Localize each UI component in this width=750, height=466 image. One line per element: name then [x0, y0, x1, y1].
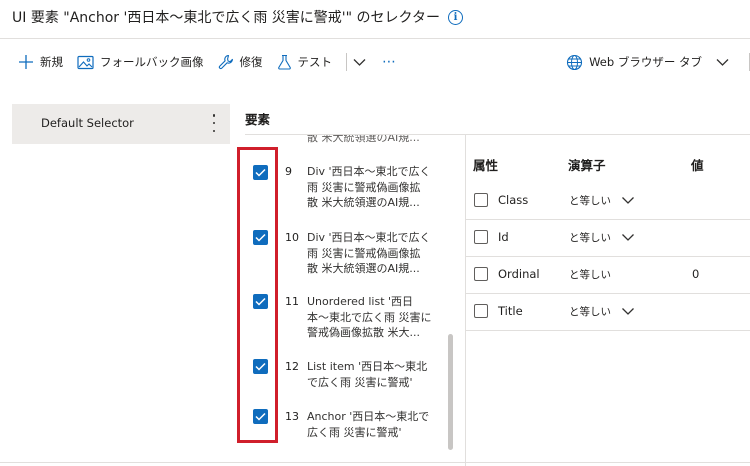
operator-select[interactable]: と等しい — [569, 230, 611, 245]
attribute-checkbox[interactable] — [474, 193, 488, 207]
new-button-label: 新規 — [40, 55, 63, 69]
new-button[interactable]: 新規 — [18, 54, 63, 70]
browser-tab-label: Web ブラウザー タブ — [589, 55, 702, 69]
element-number: 10 — [285, 231, 299, 244]
wrench-icon — [218, 54, 233, 70]
test-dropdown[interactable] — [353, 58, 366, 67]
chevron-down-icon[interactable] — [621, 305, 635, 317]
attribute-row-id: Id と等しい — [466, 219, 750, 257]
fallback-image-label: フォールバック画像 — [100, 55, 204, 69]
element-label[interactable]: Div '西日本～東北で広く 雨 災害に警戒偽画像拡 散 米大統領選のAI規..… — [307, 164, 439, 211]
test-label: テスト — [297, 55, 333, 69]
divider — [0, 38, 750, 39]
divider — [0, 462, 750, 463]
chevron-down-icon[interactable] — [621, 231, 635, 243]
toolbar-separator — [346, 53, 347, 71]
toolbar: 新規 フォールバック画像 修復 テスト ⋯ Web ブラウザー タブ — [0, 44, 750, 80]
repair-label: 修復 — [239, 55, 263, 69]
browser-selector: Web ブラウザー タブ — [566, 44, 750, 80]
attribute-name: Ordinal — [498, 267, 540, 281]
repair-button[interactable]: 修復 — [218, 54, 263, 70]
page-title-bar: UI 要素 "Anchor '西日本～東北で広く雨 災害に警戒'" のセレクター… — [12, 6, 463, 28]
operator-select[interactable]: と等しい — [569, 193, 611, 208]
attribute-checkbox[interactable] — [474, 304, 488, 318]
attribute-name: Id — [498, 230, 509, 244]
attribute-row-class: Class と等しい — [466, 182, 750, 220]
operator-label: と等しい — [569, 269, 611, 281]
attribute-value[interactable]: 0 — [692, 267, 699, 281]
attribute-row-ordinal: Ordinal と等しい 0 — [466, 256, 750, 294]
page-title: UI 要素 "Anchor '西日本～東北で広く雨 災害に警戒'" のセレクター — [12, 10, 440, 26]
attribute-row-title: Title と等しい — [466, 293, 750, 331]
element-label[interactable]: Unordered list '西日 本～東北で広く雨 災害に 警戒偽画像拡散 … — [307, 294, 439, 341]
element-number: 12 — [285, 360, 299, 373]
info-icon[interactable]: i — [447, 9, 463, 25]
attribute-column-header: 属性 — [473, 158, 499, 173]
attribute-checkbox[interactable] — [474, 230, 488, 244]
operator-select[interactable]: と等しい — [569, 304, 611, 319]
list-item-partial: 散 米大統領選のAI規... — [307, 135, 420, 144]
element-number: 11 — [285, 295, 299, 308]
more-button[interactable]: ⋯ — [382, 54, 396, 70]
chevron-down-icon[interactable] — [621, 194, 635, 206]
scrollbar-thumb[interactable] — [448, 334, 453, 450]
element-label[interactable]: Anchor '西日本～東北で 広く雨 災害に警戒' — [307, 409, 439, 440]
fallback-image-button[interactable]: フォールバック画像 — [77, 54, 204, 70]
element-number: 9 — [285, 165, 292, 178]
element-number: 13 — [285, 410, 299, 423]
element-label[interactable]: List item '西日本～東北 で広く雨 災害に警戒' — [307, 359, 439, 390]
elements-list: 散 米大統領選のAI規... 9 Div '西日本～東北で広く 雨 災害に警戒偽… — [245, 135, 465, 451]
selector-label: Default Selector — [41, 116, 134, 130]
checkbox-highlight-box — [237, 147, 278, 443]
value-column-header: 値 — [691, 158, 704, 173]
image-icon — [77, 55, 94, 69]
attribute-name: Title — [498, 304, 523, 318]
flask-icon — [277, 54, 291, 70]
chevron-down-icon — [716, 58, 729, 66]
attribute-checkbox[interactable] — [474, 267, 488, 281]
operator-column-header: 演算子 — [568, 158, 606, 173]
more-options-icon[interactable] — [208, 114, 220, 132]
plus-icon — [19, 55, 33, 69]
selector-item-default[interactable]: Default Selector — [12, 104, 230, 144]
chevron-down-icon — [353, 58, 366, 66]
elements-header: 要素 — [245, 112, 271, 127]
more-icon: ⋯ — [382, 54, 396, 70]
attribute-name: Class — [498, 193, 529, 207]
test-button[interactable]: テスト — [277, 54, 333, 70]
browser-tab-dropdown[interactable]: Web ブラウザー タブ — [566, 54, 729, 71]
element-label[interactable]: Div '西日本～東北で広く 雨 災害に警戒偽画像拡 散 米大統領選のAI規..… — [307, 230, 439, 277]
globe-icon — [567, 54, 583, 70]
